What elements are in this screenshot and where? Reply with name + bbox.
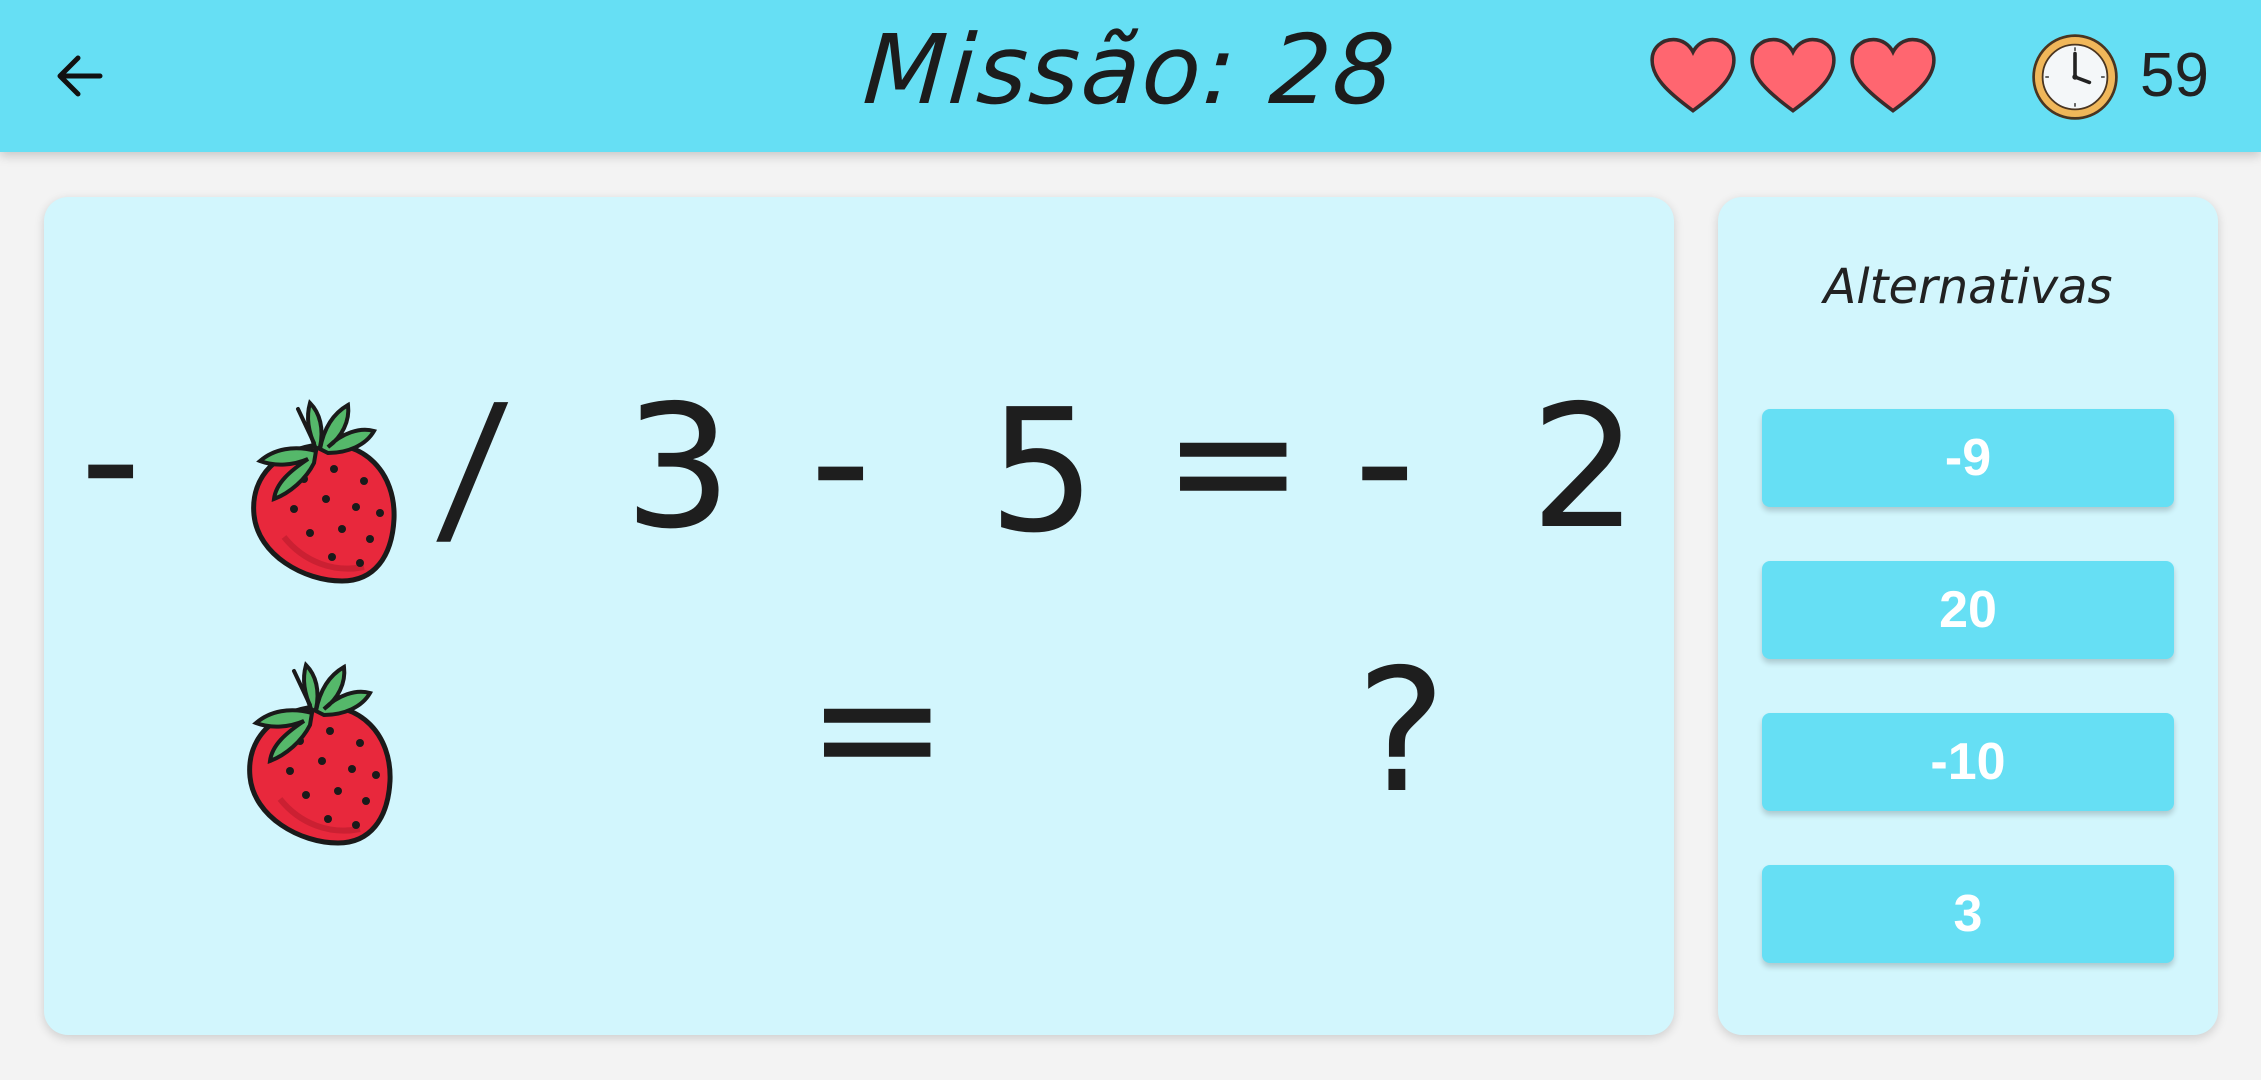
strawberry-icon <box>251 399 397 584</box>
divide-sign: / <box>433 369 512 567</box>
minus-sign: - <box>1354 363 1416 561</box>
divisor-value: 3 <box>624 369 733 567</box>
unknown-value: ? <box>1356 633 1447 831</box>
minus-sign: - <box>80 361 142 559</box>
strawberry-icon <box>247 661 393 846</box>
subtrahend-value: 5 <box>988 373 1097 571</box>
option-button[interactable]: 20 <box>1762 561 2174 659</box>
heart-icon <box>1850 37 1936 113</box>
alternatives-title: Alternativas <box>1823 259 2113 315</box>
heart-icon <box>1750 37 1836 113</box>
top-bar: Missão: 28 59 <box>0 0 2261 152</box>
arrow-left-icon <box>57 55 103 97</box>
equals-sign: = <box>1162 363 1305 561</box>
timer-value: 59 <box>2140 41 2209 110</box>
option-button[interactable]: 3 <box>1762 865 2174 963</box>
clock-icon <box>2032 34 2118 120</box>
alternatives-panel: Alternativas -9 20 -10 3 <box>1718 197 2218 1035</box>
heart-icon <box>1650 37 1736 113</box>
lives-indicator <box>1648 36 1938 116</box>
equals-sign: = <box>806 629 949 827</box>
back-button[interactable] <box>40 36 120 116</box>
minus-sign: - <box>810 363 872 561</box>
equation-board: - / 3 - 5 = - 2 = ? <box>44 197 1674 1035</box>
result-value: 2 <box>1530 369 1639 567</box>
option-button[interactable]: -9 <box>1762 409 2174 507</box>
option-button[interactable]: -10 <box>1762 713 2174 811</box>
